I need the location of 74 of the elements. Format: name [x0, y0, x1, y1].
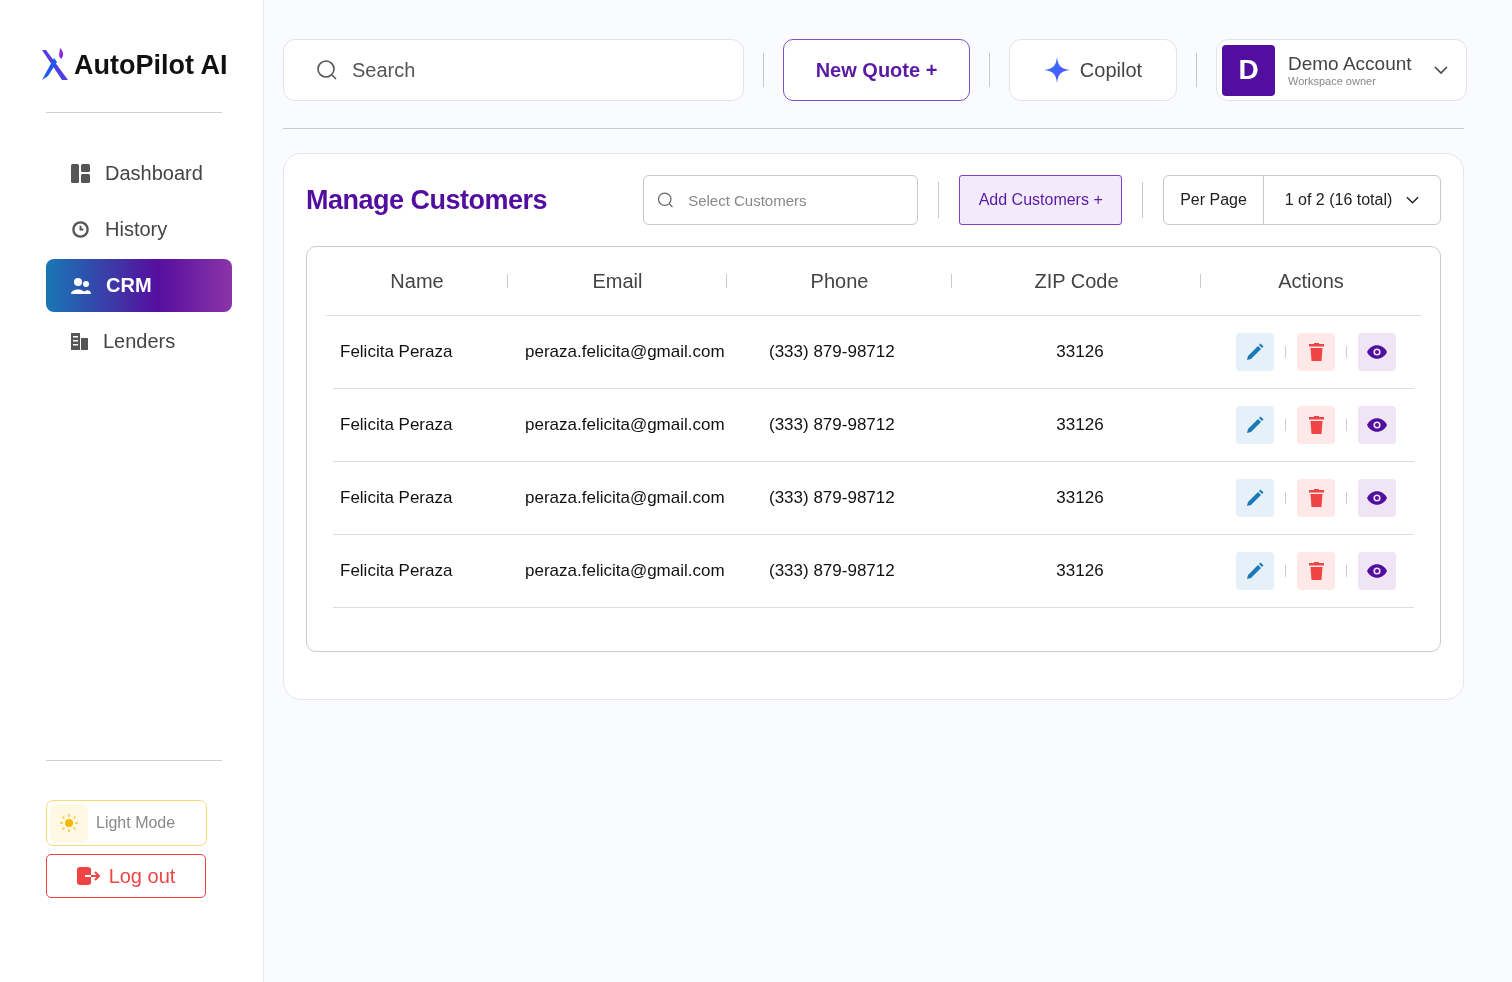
logo-icon	[40, 48, 70, 82]
nav-item[interactable]: Lenders	[46, 315, 232, 368]
add-customers-button[interactable]: Add Customers +	[959, 175, 1122, 225]
edit-button[interactable]	[1236, 406, 1274, 444]
edit-button[interactable]	[1236, 333, 1274, 371]
nav-item[interactable]: History	[46, 203, 232, 256]
pencil-icon	[1246, 489, 1264, 507]
table-cell-text: peraza.felicita@gmail.com	[524, 561, 726, 581]
trash-icon	[1308, 489, 1324, 507]
table-cell-text: (333) 879-98712	[768, 342, 896, 362]
pencil-icon	[1246, 562, 1264, 580]
copilot-button[interactable]: Copilot	[1009, 39, 1177, 101]
per-page-label: Per Page	[1164, 176, 1264, 224]
edit-button[interactable]	[1236, 552, 1274, 590]
view-button[interactable]	[1358, 479, 1396, 517]
column-header: Phone	[810, 269, 869, 293]
nav-item[interactable]: Dashboard	[46, 147, 232, 200]
trash-icon	[1308, 562, 1324, 580]
table-cell-text: (333) 879-98712	[768, 561, 896, 581]
account-name: Demo Account	[1288, 53, 1413, 75]
brand-name: AutoPilot AI	[74, 49, 228, 81]
avatar: D	[1222, 44, 1275, 96]
table-cell-text: (333) 879-98712	[768, 415, 896, 435]
table-cell-text: 33126	[1055, 342, 1105, 362]
account-menu[interactable]: D Demo Account Workspace owner	[1216, 39, 1467, 101]
table-cell-text: Felicita Peraza	[339, 342, 454, 362]
view-button[interactable]	[1358, 333, 1396, 371]
table-cell-text: peraza.felicita@gmail.com	[524, 415, 726, 435]
dashboard-icon	[71, 164, 90, 183]
column-header: Email	[592, 269, 643, 293]
sparkle-icon	[1043, 57, 1070, 83]
eye-icon	[1367, 345, 1387, 359]
eye-icon	[1367, 418, 1387, 432]
delete-button[interactable]	[1297, 479, 1335, 517]
eye-icon	[1367, 491, 1387, 505]
table-cell-text: Felicita Peraza	[339, 488, 454, 508]
table-cell-text: Felicita Peraza	[339, 415, 454, 435]
delete-button[interactable]	[1297, 406, 1335, 444]
view-button[interactable]	[1358, 552, 1396, 590]
page-title: Manage Customers	[306, 184, 549, 216]
building-icon	[71, 333, 88, 350]
account-role: Workspace owner	[1288, 75, 1377, 87]
table-cell-text: Felicita Peraza	[339, 561, 454, 581]
table-cell-text: (333) 879-98712	[768, 488, 896, 508]
light-mode-button[interactable]: Light Mode	[46, 800, 207, 846]
column-header: Name	[390, 269, 444, 293]
trash-icon	[1308, 416, 1324, 434]
table-cell-text: peraza.felicita@gmail.com	[524, 488, 726, 508]
delete-button[interactable]	[1297, 552, 1335, 590]
trash-icon	[1308, 343, 1324, 361]
pencil-icon	[1246, 416, 1264, 434]
customer-search-field[interactable]: Select Customers	[643, 175, 919, 225]
column-header: Actions	[1278, 269, 1344, 293]
eye-icon	[1367, 564, 1387, 578]
delete-button[interactable]	[1297, 333, 1335, 371]
logout-button[interactable]: Log out	[46, 854, 206, 898]
new-quote-button[interactable]: New Quote +	[783, 39, 970, 101]
nav-item[interactable]: CRM	[46, 259, 232, 312]
chevron-down-icon	[1406, 196, 1420, 204]
logout-icon	[76, 866, 101, 886]
clock-icon	[71, 220, 90, 239]
pencil-icon	[1246, 343, 1264, 361]
column-header: ZIP Code	[1034, 269, 1119, 293]
table-cell-text: 33126	[1055, 415, 1105, 435]
edit-button[interactable]	[1236, 479, 1274, 517]
view-button[interactable]	[1358, 406, 1396, 444]
search-field[interactable]: Search	[283, 39, 744, 101]
sun-icon	[59, 813, 79, 833]
users-icon	[71, 276, 91, 295]
page-select[interactable]: 1 of 2 (16 total)	[1264, 176, 1440, 224]
table-cell-text: peraza.felicita@gmail.com	[524, 342, 726, 362]
chevron-down-icon	[1434, 66, 1448, 74]
table-cell-text: 33126	[1055, 488, 1105, 508]
table-cell-text: 33126	[1055, 561, 1105, 581]
